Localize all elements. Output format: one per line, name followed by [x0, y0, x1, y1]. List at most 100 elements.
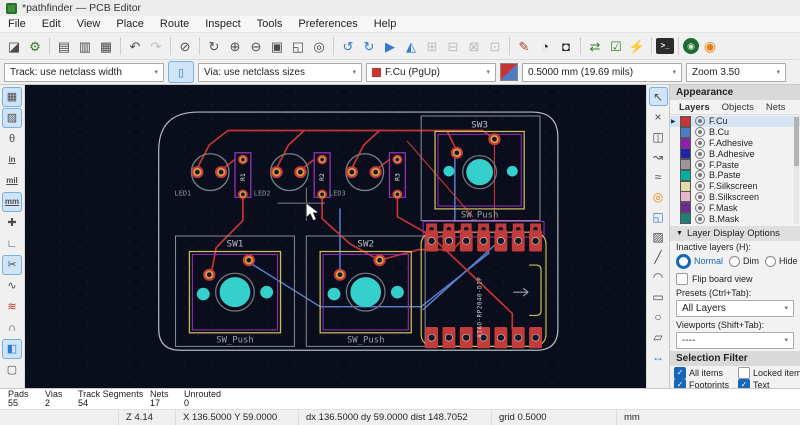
- local-ratsnest-icon[interactable]: ×: [649, 107, 668, 126]
- filter-locked-items[interactable]: Locked items: [738, 368, 800, 379]
- pcb-canvas[interactable]: LED1 R1 LED2 R2 LED3: [25, 85, 646, 388]
- visibility-eye-icon[interactable]: [695, 127, 705, 137]
- menu-route[interactable]: Route: [152, 18, 197, 30]
- filter-text[interactable]: Text: [738, 380, 800, 388]
- track-display-mode-icon[interactable]: ∩: [2, 318, 22, 338]
- route-diff-pairs-icon[interactable]: ≈: [649, 167, 668, 186]
- plugin-blender-icon[interactable]: ◉: [700, 36, 720, 56]
- layer-list-scrollbar[interactable]: [794, 117, 799, 224]
- menu-preferences[interactable]: Preferences: [290, 18, 365, 30]
- active-layer-select[interactable]: F.Cu (PgUp) ▾: [366, 63, 496, 82]
- radio-normal[interactable]: Normal: [676, 254, 723, 269]
- layer-row-badhesive[interactable]: B.Adhesive: [670, 148, 800, 159]
- grid-visibility-icon[interactable]: ▦: [2, 87, 22, 107]
- route-tracks-icon[interactable]: ↝: [649, 147, 668, 166]
- scripting-console-icon[interactable]: >_: [656, 38, 674, 54]
- plot-icon[interactable]: ▦: [96, 36, 116, 56]
- add-circle-icon[interactable]: ○: [649, 307, 668, 326]
- presets-select[interactable]: All Layers ▾: [676, 300, 794, 317]
- units-mils-icon[interactable]: mil: [2, 171, 22, 191]
- add-arc-icon[interactable]: ◠: [649, 267, 668, 286]
- menu-inspect[interactable]: Inspect: [197, 18, 248, 30]
- zone-display-mode-icon[interactable]: ▢: [2, 360, 22, 380]
- filter-all-items[interactable]: All items: [674, 368, 736, 379]
- zoom-out-icon[interactable]: ⊖: [246, 36, 266, 56]
- visibility-eye-icon[interactable]: [695, 170, 705, 180]
- layer-row-fadhesive[interactable]: F.Adhesive: [670, 138, 800, 149]
- radio-dim[interactable]: Dim: [729, 256, 759, 267]
- plugin-pcm-icon[interactable]: ◉: [683, 38, 699, 54]
- layer-row-bsilkscreen[interactable]: B.Silkscreen: [670, 192, 800, 203]
- flip-board-view-checkbox[interactable]: Flip board view: [670, 271, 800, 287]
- mirror-icon[interactable]: ◭: [401, 36, 421, 56]
- edit-tracks-vias-icon[interactable]: ⚡: [627, 36, 647, 56]
- menu-edit[interactable]: Edit: [34, 18, 69, 30]
- zoom-in-icon[interactable]: ⊕: [225, 36, 245, 56]
- units-inches-icon[interactable]: in: [2, 150, 22, 170]
- ungroup-icon[interactable]: ⊟: [443, 36, 463, 56]
- track-width-toggle-button[interactable]: ▯: [168, 61, 194, 83]
- zoom-objects-icon[interactable]: ◱: [288, 36, 308, 56]
- add-via-icon[interactable]: ◎: [649, 187, 668, 206]
- layer-row-fsilkscreen[interactable]: F.Silkscreen: [670, 181, 800, 192]
- lock-icon[interactable]: ⊠: [464, 36, 484, 56]
- rotate-cw-icon[interactable]: ↻: [359, 36, 379, 56]
- add-line-icon[interactable]: ╱: [649, 247, 668, 266]
- visibility-eye-icon[interactable]: [695, 214, 705, 224]
- add-footprint-icon[interactable]: ◫: [649, 127, 668, 146]
- add-polygon-icon[interactable]: ▱: [649, 327, 668, 346]
- footprint-editor-icon[interactable]: ✎: [514, 36, 534, 56]
- menu-tools[interactable]: Tools: [249, 18, 291, 30]
- find-icon[interactable]: ⊘: [175, 36, 195, 56]
- layer-row-bpaste[interactable]: B.Paste: [670, 170, 800, 181]
- crosshair-style-icon[interactable]: ✚: [2, 213, 22, 233]
- add-rectangle-icon[interactable]: ▭: [649, 287, 668, 306]
- high-contrast-mode-icon[interactable]: ◧: [2, 339, 22, 359]
- visibility-eye-icon[interactable]: [695, 149, 705, 159]
- units-mm-icon[interactable]: mm: [2, 192, 22, 212]
- net-colors-icon[interactable]: ≋: [2, 297, 22, 317]
- layer-row-fcu[interactable]: F.Cu: [670, 116, 800, 127]
- track-width-select[interactable]: Track: use netclass width ▾: [4, 63, 164, 82]
- drc-icon[interactable]: ☑: [606, 36, 626, 56]
- tab-objects[interactable]: Objects: [717, 102, 759, 113]
- layer-pair-indicator[interactable]: [500, 63, 518, 81]
- rotate-ccw-icon[interactable]: ↺: [338, 36, 358, 56]
- grid-overrides-icon[interactable]: ▨: [2, 108, 22, 128]
- layer-display-options-header[interactable]: ▼ Layer Display Options: [670, 226, 800, 241]
- footprint-browser-icon[interactable]: ◔: [535, 36, 555, 56]
- update-pcb-icon[interactable]: ⇄: [585, 36, 605, 56]
- footprint-wizard-icon[interactable]: ◘: [556, 36, 576, 56]
- filter-footprints[interactable]: Footprints: [674, 380, 736, 388]
- zoom-fit-icon[interactable]: ▣: [267, 36, 287, 56]
- drawing-sheet-icon[interactable]: ∟: [2, 234, 22, 254]
- layer-row-bmask[interactable]: B.Mask: [670, 213, 800, 224]
- visibility-eye-icon[interactable]: [695, 203, 705, 213]
- ratsnest-visibility-icon[interactable]: ✂: [2, 255, 22, 275]
- layer-row-bcu[interactable]: B.Cu: [670, 127, 800, 138]
- flip-icon[interactable]: ▶: [380, 36, 400, 56]
- via-size-select[interactable]: Via: use netclass sizes ▾: [198, 63, 362, 82]
- visibility-eye-icon[interactable]: [695, 160, 705, 170]
- unlock-icon[interactable]: ⊡: [485, 36, 505, 56]
- undo-icon[interactable]: ↶: [125, 36, 145, 56]
- add-dimension-icon[interactable]: ↔: [649, 347, 668, 366]
- add-rule-area-icon[interactable]: ▨: [649, 227, 668, 246]
- radio-hide[interactable]: Hide: [765, 256, 798, 267]
- visibility-eye-icon[interactable]: [695, 181, 705, 191]
- tab-nets[interactable]: Nets: [761, 102, 791, 113]
- menu-view[interactable]: View: [69, 18, 109, 30]
- tab-layers[interactable]: Layers: [674, 102, 715, 113]
- page-settings-icon[interactable]: ▤: [54, 36, 74, 56]
- layer-row-fpaste[interactable]: F.Paste: [670, 159, 800, 170]
- layer-row-fmask[interactable]: F.Mask: [670, 202, 800, 213]
- board-setup-icon[interactable]: ⚙: [25, 36, 45, 56]
- ratsnest-curved-icon[interactable]: ∿: [2, 276, 22, 296]
- refresh-icon[interactable]: ↻: [204, 36, 224, 56]
- grid-select[interactable]: 0.5000 mm (19.69 mils) ▾: [522, 63, 682, 82]
- group-icon[interactable]: ⊞: [422, 36, 442, 56]
- add-zone-icon[interactable]: ◱: [649, 207, 668, 226]
- polar-coords-icon[interactable]: θ: [2, 129, 22, 149]
- redo-icon[interactable]: ↷: [146, 36, 166, 56]
- menu-help[interactable]: Help: [366, 18, 405, 30]
